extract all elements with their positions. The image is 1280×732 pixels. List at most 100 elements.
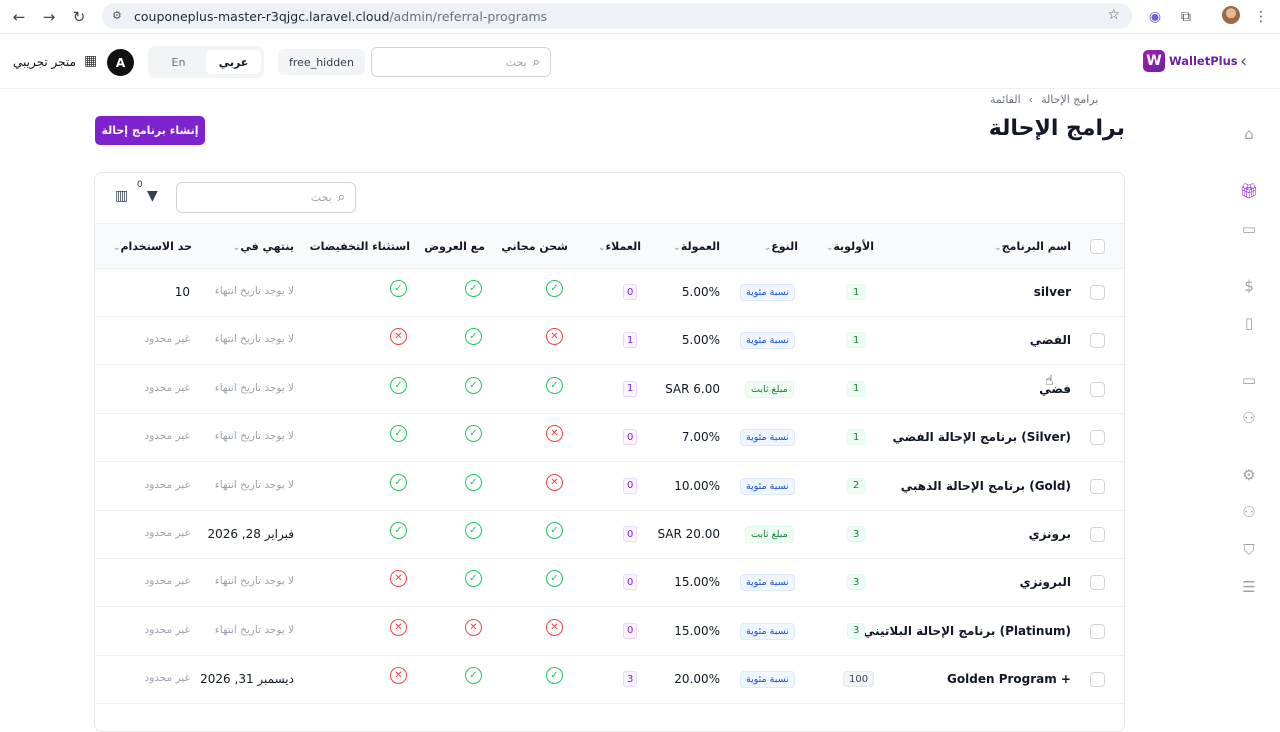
home-icon[interactable]: ⌂ — [1238, 123, 1260, 145]
row-checkbox[interactable] — [1090, 430, 1105, 446]
x-circle-icon: ✕ — [390, 618, 407, 636]
program-name[interactable]: البرونزي — [1020, 575, 1071, 589]
commission-value: 15.00% — [674, 623, 720, 638]
lang-ar-option[interactable]: عربي — [206, 50, 261, 74]
customers-count-badge[interactable]: 0 — [623, 526, 638, 542]
global-search-input[interactable]: بحث ⌕ — [371, 47, 551, 77]
stack-icon[interactable]: ▭ — [1238, 218, 1260, 240]
team-icon[interactable]: ⚇ — [1238, 501, 1260, 523]
sliders-icon[interactable]: ☰ — [1238, 576, 1260, 598]
row-checkbox[interactable] — [1090, 333, 1105, 349]
usage-limit-value: غير محدود — [144, 623, 190, 636]
table-row[interactable]: برنامج الإحالة الذهبي (Gold) 2 نسبة مئوية 1… — [95, 463, 1124, 511]
check-circle-icon: ✓ — [546, 376, 563, 394]
col-priority[interactable]: ⌄الأولوية — [821, 240, 874, 253]
program-name[interactable]: silver — [1034, 285, 1071, 299]
col-name[interactable]: ⌄اسم البرنامج — [989, 240, 1071, 253]
table-header: ⌄اسم البرنامج ⌄الأولوية ⌄النوع ⌄العمولة … — [95, 223, 1124, 269]
row-checkbox[interactable] — [1090, 575, 1105, 591]
customers-count-badge[interactable]: 0 — [623, 284, 638, 300]
table-search-placeholder: بحث — [310, 191, 332, 204]
gift-icon[interactable]: 🎁︎ — [1238, 180, 1260, 202]
ends-at-value: لا يوجد تاريخ انتهاء — [214, 430, 294, 443]
language-switch[interactable]: En عربي — [148, 46, 264, 78]
x-circle-icon: ✕ — [390, 667, 407, 685]
table-search-input[interactable]: بحث ⌕ — [176, 182, 356, 213]
customers-count-badge[interactable]: 3 — [623, 671, 638, 688]
cast-icon[interactable]: ◉ — [1144, 6, 1166, 28]
store-name[interactable]: متجر تجريبي — [13, 55, 76, 69]
program-name[interactable]: برنامج الإحالة الذهبي (Gold) — [901, 479, 1071, 493]
program-name[interactable]: برنامج الإحالة الفضي (Silver) — [892, 430, 1071, 444]
table-row[interactable]: برنامج الإحالة البلاتيني (Platinum) 3 نسبة… — [95, 608, 1124, 656]
select-all-checkbox[interactable] — [1090, 239, 1105, 254]
table-row[interactable]: برونزي 3 مبلغ ثابت SAR 20.00 0 ✓ ✓ ✓ فبراير 28, … — [95, 511, 1124, 559]
reload-icon[interactable]: ↻ — [68, 6, 90, 28]
collapse-sidebar-icon[interactable]: ‹ — [1240, 51, 1247, 72]
program-name[interactable]: الفضي — [1030, 333, 1071, 347]
create-referral-program-button[interactable]: إنشاء برنامج إحالة — [95, 116, 205, 145]
filter-icon[interactable]: ▼ — [147, 188, 158, 204]
table-row[interactable]: silver 1 نسبة مئوية 5.00% 0 ✓ ✓ ✓ لا يوجد تاريخ … — [95, 269, 1124, 317]
shield-icon[interactable]: ⛉ — [1238, 539, 1260, 561]
address-bar[interactable]: ⚙ couponeplus-master-r3qjgc.laravel.clou… — [102, 3, 1132, 29]
customers-count-badge[interactable]: 0 — [623, 477, 638, 494]
profile-avatar[interactable] — [1222, 6, 1240, 24]
program-name[interactable]: فضي — [1039, 382, 1071, 396]
browser-menu-icon[interactable]: ⋮ — [1250, 6, 1272, 28]
dollar-icon[interactable]: $ — [1238, 275, 1260, 297]
user-avatar[interactable]: A — [107, 49, 134, 76]
url-path: /admin/referral-programs — [389, 8, 548, 24]
plan-chip[interactable]: free_hidden — [278, 49, 365, 75]
col-commission[interactable]: ⌄العمولة — [668, 240, 720, 253]
customers-count-badge[interactable]: 0 — [623, 574, 638, 591]
table-row[interactable]: الفضي 1 نسبة مئوية 5.00% 1 ✕ ✓ ✕ لا يوجد تاريخ ا… — [95, 317, 1124, 366]
row-checkbox[interactable] — [1090, 623, 1105, 639]
table-row[interactable]: برنامج الإحالة الفضي (Silver) 1 نسبة مئوية… — [95, 414, 1124, 463]
back-arrow-icon[interactable]: ← — [8, 6, 30, 28]
x-circle-icon: ✕ — [546, 618, 563, 636]
settings-icon[interactable]: ⚙ — [1238, 464, 1260, 486]
table-row[interactable]: Golden Program + 100 نسبة مئوية 20.00% 3 ✓ ✓ ✕ د… — [95, 656, 1124, 705]
sort-chevron-icon: ⌄ — [673, 243, 681, 253]
row-checkbox[interactable] — [1090, 285, 1105, 300]
page-title: برامج الإحالة — [988, 116, 1125, 141]
col-usage-limit[interactable]: ⌄حد الاستخدام — [108, 240, 192, 253]
col-ends-at[interactable]: ⌄ينتهي في — [228, 240, 294, 253]
col-type[interactable]: ⌄النوع — [759, 240, 798, 253]
breadcrumb: برامج الإحالة › القائمة — [990, 93, 1125, 106]
ends-at-value: لا يوجد تاريخ انتهاء — [214, 381, 294, 394]
col-customers[interactable]: ⌄العملاء — [593, 240, 641, 253]
col-with-offers: مع العروض — [424, 240, 485, 253]
breadcrumb-parent[interactable]: برامج الإحالة — [1041, 93, 1098, 106]
table-row[interactable]: البرونزي 3 نسبة مئوية 15.00% 0 ✓ ✓ ✕ لا يوجد تار… — [95, 559, 1124, 608]
row-checkbox[interactable] — [1090, 478, 1105, 494]
program-name[interactable]: برنامج الإحالة البلاتيني (Platinum) — [863, 624, 1071, 638]
bookmark-star-icon[interactable]: ☆ — [1107, 7, 1120, 23]
customers-count-badge[interactable]: 1 — [623, 332, 638, 349]
row-checkbox[interactable] — [1090, 527, 1105, 542]
customers-count-badge[interactable]: 0 — [623, 622, 638, 639]
row-checkbox[interactable] — [1090, 381, 1105, 397]
commission-value: SAR 6.00 — [665, 381, 720, 396]
walletplus-logo[interactable]: W WalletPlus — [1143, 49, 1238, 73]
program-name[interactable]: Golden Program + — [947, 672, 1071, 686]
customers-count-badge[interactable]: 1 — [623, 380, 638, 397]
columns-toggle-icon[interactable]: ▥ — [115, 188, 128, 204]
site-settings-icon[interactable]: ⚙ — [112, 9, 126, 23]
search-icon: ⌕ — [532, 54, 540, 70]
table-row[interactable]: فضي 1 مبلغ ثابت SAR 6.00 1 ✓ ✓ ✓ لا يوجد تاريخ ا… — [95, 366, 1124, 414]
program-name[interactable]: برونزي — [1029, 527, 1071, 541]
extensions-icon[interactable]: ⧉ — [1175, 6, 1197, 28]
document-icon[interactable]: ▯ — [1238, 312, 1260, 334]
type-badge: نسبة مئوية — [740, 284, 795, 301]
check-circle-icon: ✓ — [546, 522, 563, 539]
commission-value: 5.00% — [681, 285, 720, 299]
referral-programs-table: بحث ⌕ 0 ▼ ▥ ⌄اسم البرنامج ⌄الأولوية ⌄الن… — [94, 172, 1125, 732]
row-checkbox[interactable] — [1090, 672, 1105, 688]
wallet-icon[interactable]: ▭ — [1238, 369, 1260, 391]
customers-count-badge[interactable]: 0 — [623, 429, 638, 446]
lang-en-option[interactable]: En — [151, 50, 206, 74]
users-icon[interactable]: ⚇ — [1238, 407, 1260, 429]
forward-arrow-icon[interactable]: → — [38, 6, 60, 28]
